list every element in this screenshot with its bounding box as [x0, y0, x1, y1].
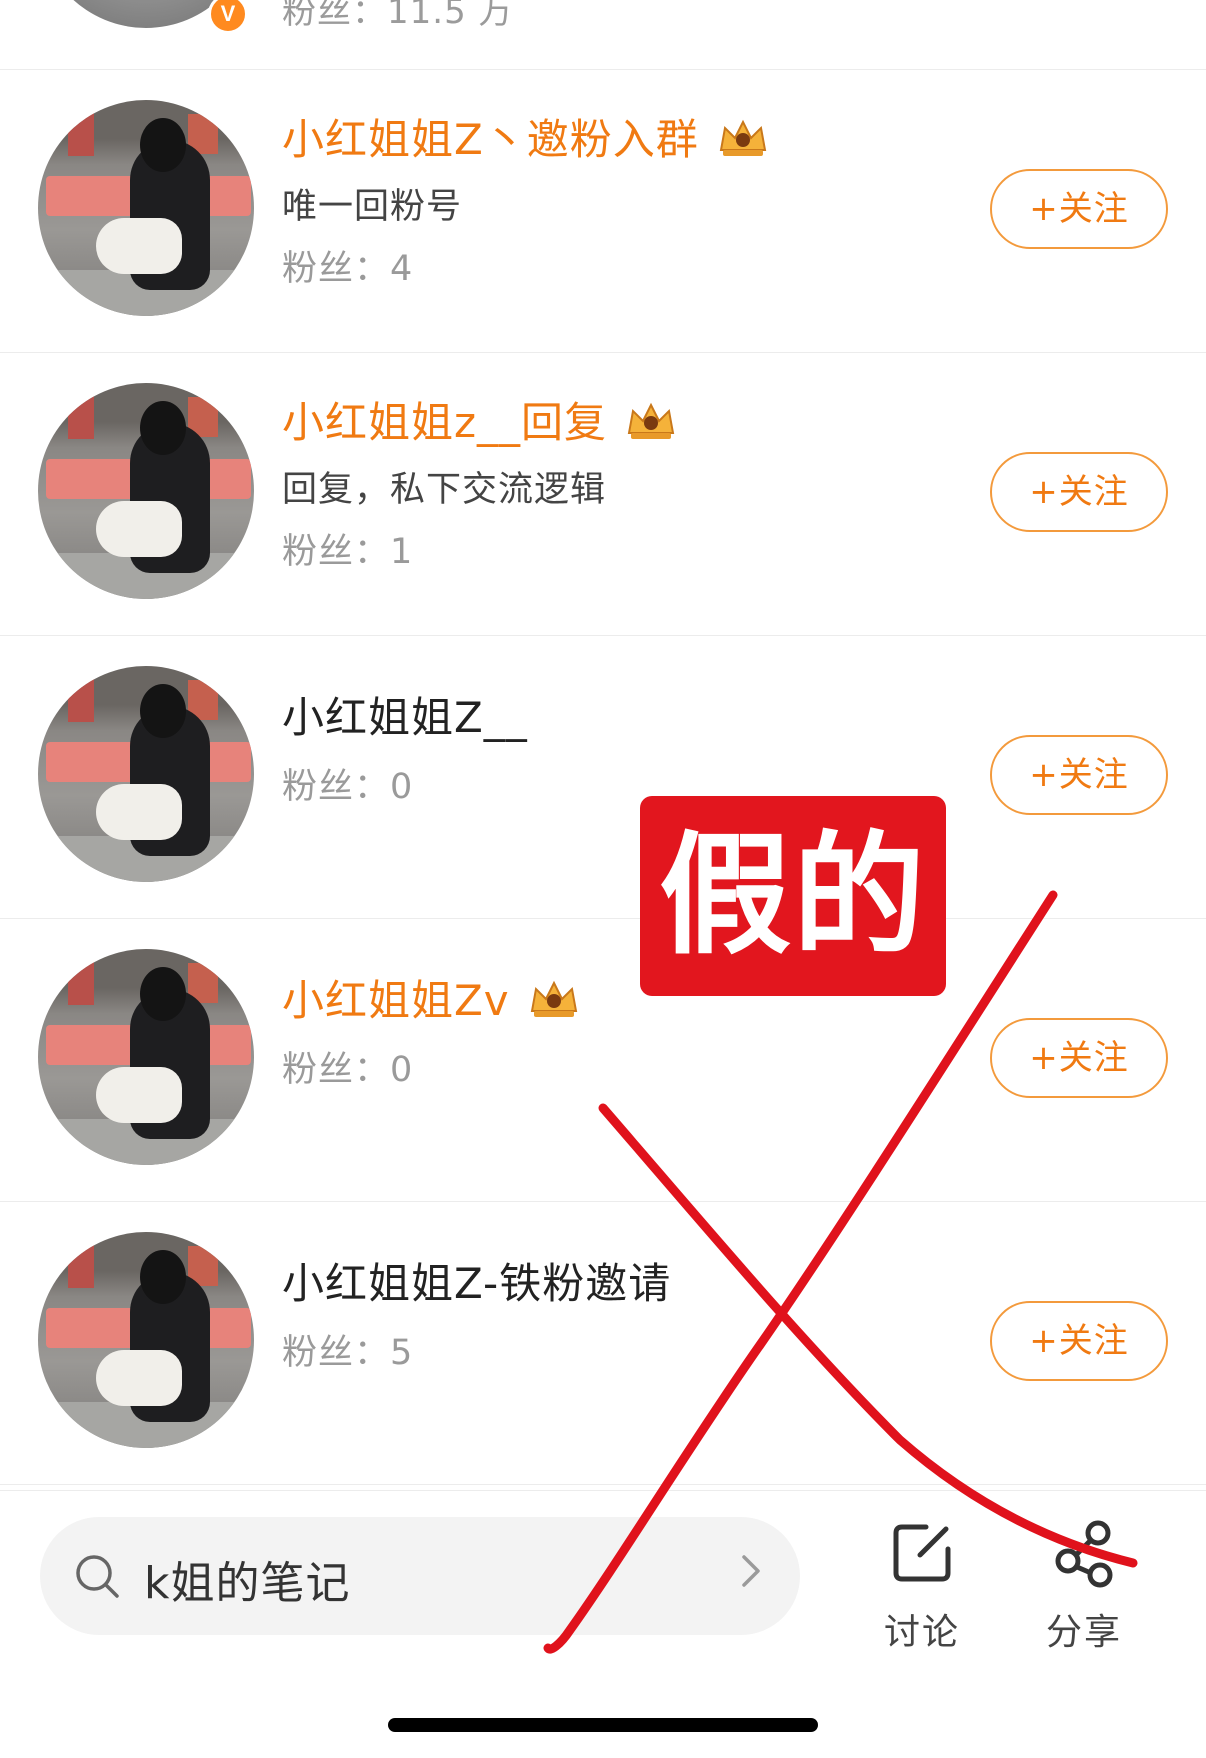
follow-button[interactable]: +关注 [990, 735, 1168, 815]
avatar[interactable] [38, 383, 254, 599]
user-desc: 唯一回粉号 [282, 187, 463, 227]
user-desc: 回复，私下交流逻辑 [282, 470, 607, 510]
crown-icon [528, 979, 580, 1029]
user-row[interactable]: 小红姐姐Z丶邀粉入群 唯一回粉号 粉丝：4 +关注 [0, 70, 1206, 353]
user-row[interactable]: 小红姐姐Z__ 粉丝：0 +关注 [0, 636, 1206, 919]
fans-count: 粉丝：5 [282, 1333, 414, 1373]
user-row[interactable]: 小红姐姐Z-铁粉邀请 粉丝：5 +关注 [0, 1202, 1206, 1485]
user-row-partial[interactable]: V 粉丝：11.5 万 [0, 0, 1206, 70]
crown-icon [717, 118, 769, 168]
verified-badge-icon: V [208, 0, 248, 34]
user-row[interactable]: 小红姐姐Zv 粉丝：0 +关注 [0, 919, 1206, 1202]
search-query: k姐的笔记 [144, 1558, 351, 1609]
crown-icon [625, 401, 677, 451]
edit-icon [893, 1524, 951, 1582]
share-label: 分享 [1045, 1612, 1122, 1653]
fans-count: 粉丝：0 [282, 1050, 414, 1090]
discuss-button[interactable]: 讨论 [862, 1517, 982, 1653]
discuss-label: 讨论 [883, 1612, 960, 1653]
home-indicator[interactable] [388, 1718, 818, 1732]
avatar[interactable] [38, 1232, 254, 1448]
search-icon [74, 1553, 120, 1603]
user-name[interactable]: 小红姐姐z__回复 [282, 389, 677, 451]
share-button[interactable]: 分享 [1024, 1517, 1144, 1653]
avatar[interactable] [38, 666, 254, 882]
avatar[interactable] [38, 949, 254, 1165]
chevron-right-icon [740, 1551, 762, 1601]
follow-button[interactable]: +关注 [990, 169, 1168, 249]
fans-count: 粉丝：4 [282, 249, 414, 289]
user-name[interactable]: 小红姐姐Zv [282, 967, 580, 1029]
fans-count: 粉丝：0 [282, 767, 414, 807]
fans-count: 粉丝：1 [282, 532, 414, 572]
user-name[interactable]: 小红姐姐Z丶邀粉入群 [282, 106, 769, 168]
user-name[interactable]: 小红姐姐Z-铁粉邀请 [282, 1250, 671, 1311]
user-row[interactable]: 小红姐姐z__回复 回复，私下交流逻辑 粉丝：1 +关注 [0, 353, 1206, 636]
follow-button[interactable]: +关注 [990, 1018, 1168, 1098]
share-icon [1055, 1520, 1113, 1588]
screen: V 粉丝：11.5 万 小红姐姐Z丶邀粉入群 唯一回粉号 粉丝：4 +关注 小红… [0, 0, 1206, 1758]
fake-stamp: 假的 [640, 796, 946, 996]
user-name[interactable]: 小红姐姐Z__ [282, 684, 528, 745]
search-bar[interactable]: k姐的笔记 [40, 1517, 800, 1635]
follow-button[interactable]: +关注 [990, 452, 1168, 532]
avatar[interactable] [38, 100, 254, 316]
fans-count: 粉丝：11.5 万 [282, 0, 514, 32]
follow-button[interactable]: +关注 [990, 1301, 1168, 1381]
